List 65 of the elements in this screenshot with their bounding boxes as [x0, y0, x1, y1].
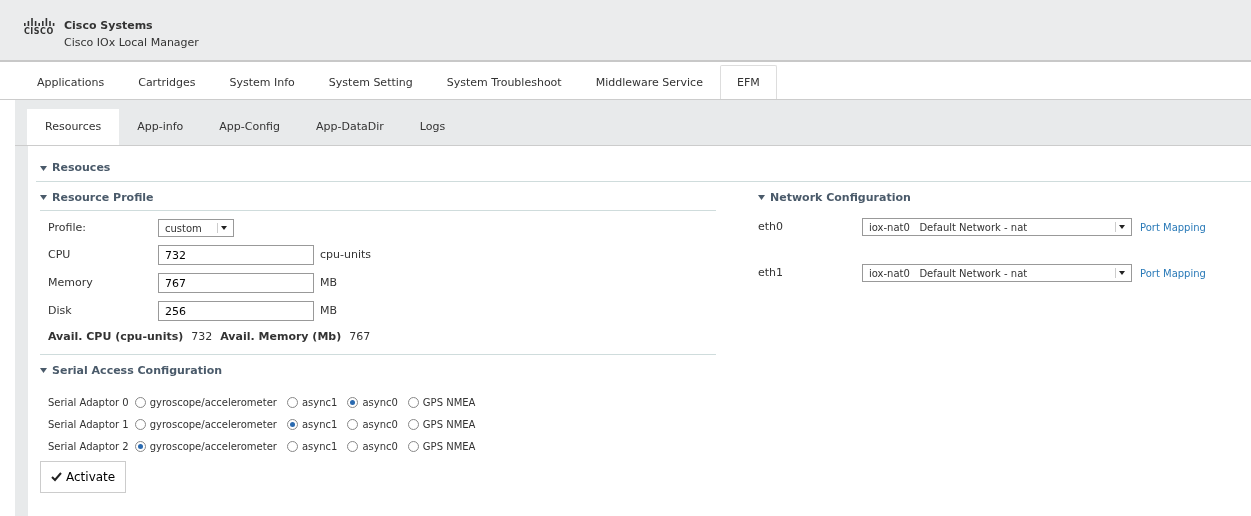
adaptor-label: Serial Adaptor 1 [48, 417, 129, 432]
caret-icon [1119, 270, 1125, 275]
nav-tab[interactable]: System Setting [311, 65, 430, 99]
radio-option[interactable]: GPS NMEA [407, 438, 476, 454]
nav-tab[interactable]: Applications [20, 65, 122, 99]
logo-icon [24, 18, 56, 26]
sub-tab[interactable]: Logs [401, 109, 464, 145]
subsection-title: Resource Profile [52, 189, 154, 206]
subsection-title: Serial Access Configuration [52, 362, 223, 379]
unit-label: MB [320, 274, 338, 291]
input-field[interactable]: 732 [158, 245, 314, 265]
caret-icon [221, 225, 227, 230]
interface-label: eth0 [758, 218, 785, 235]
radio-option[interactable]: gyroscope/accelerometer [134, 438, 277, 454]
caret-icon [1119, 224, 1125, 229]
radio-option[interactable]: async0 [347, 394, 398, 410]
check-icon [51, 472, 62, 482]
radio-option[interactable]: async1 [286, 438, 338, 454]
port-mapping-link[interactable]: Port Mapping [1140, 265, 1206, 281]
avail-value: 767 [349, 329, 371, 345]
interface-label: eth1 [758, 264, 785, 281]
activate-button[interactable]: Activate [40, 461, 127, 493]
collapse-triangle-icon[interactable] [40, 368, 47, 374]
nav-tab[interactable]: System Troubleshoot [429, 65, 579, 99]
nav-tab[interactable]: EFM [719, 65, 777, 99]
radio-option[interactable]: async0 [347, 438, 398, 454]
collapse-triangle-icon[interactable] [758, 195, 765, 201]
input-field[interactable]: 767 [158, 273, 314, 293]
nav-tab[interactable]: Cartridges [121, 65, 213, 99]
company-name: Cisco Systems [64, 18, 154, 34]
field-label: Memory [48, 274, 94, 291]
radio-option[interactable]: GPS NMEA [407, 394, 476, 410]
avail-label: Avail. CPU (cpu-units) [48, 329, 184, 345]
logo-text: CISCO [24, 26, 54, 38]
subsection-title: Network Configuration [770, 189, 911, 206]
sub-tab[interactable]: App-info [119, 109, 202, 145]
unit-label: cpu-units [320, 246, 371, 263]
adaptor-label: Serial Adaptor 0 [48, 395, 129, 410]
sub-tab[interactable]: App-Config [201, 109, 299, 145]
profile-select[interactable]: custom [158, 219, 234, 237]
radio-option[interactable]: GPS NMEA [407, 416, 476, 432]
nav-tab[interactable]: Middleware Service [578, 65, 720, 99]
radio-option[interactable]: async0 [347, 416, 398, 432]
collapse-triangle-icon[interactable] [40, 165, 47, 171]
field-label: Profile: [48, 219, 87, 236]
section-title: Resouces [52, 160, 111, 176]
unit-label: MB [320, 302, 338, 319]
field-label: CPU [48, 246, 72, 263]
product-name: Cisco IOx Local Manager [64, 34, 199, 51]
network-select[interactable]: iox-nat0 Default Network - nat [862, 218, 1132, 236]
collapse-triangle-icon[interactable] [40, 195, 47, 201]
input-field[interactable]: 256 [158, 301, 314, 321]
radio-option[interactable]: gyroscope/accelerometer [134, 416, 277, 432]
radio-option[interactable]: async1 [286, 394, 338, 410]
radio-option[interactable]: async1 [286, 416, 338, 432]
adaptor-label: Serial Adaptor 2 [48, 439, 129, 454]
nav-tab[interactable]: System Info [212, 65, 312, 99]
avail-label: Avail. Memory (Mb) [220, 329, 342, 345]
network-select[interactable]: iox-nat0 Default Network - nat [862, 264, 1132, 282]
sub-tab[interactable]: App-DataDir [298, 109, 402, 145]
avail-value: 732 [191, 329, 213, 345]
port-mapping-link[interactable]: Port Mapping [1140, 219, 1206, 235]
field-label: Disk [48, 302, 73, 319]
radio-option[interactable]: gyroscope/accelerometer [134, 394, 277, 410]
sub-tab[interactable]: Resources [27, 109, 120, 145]
